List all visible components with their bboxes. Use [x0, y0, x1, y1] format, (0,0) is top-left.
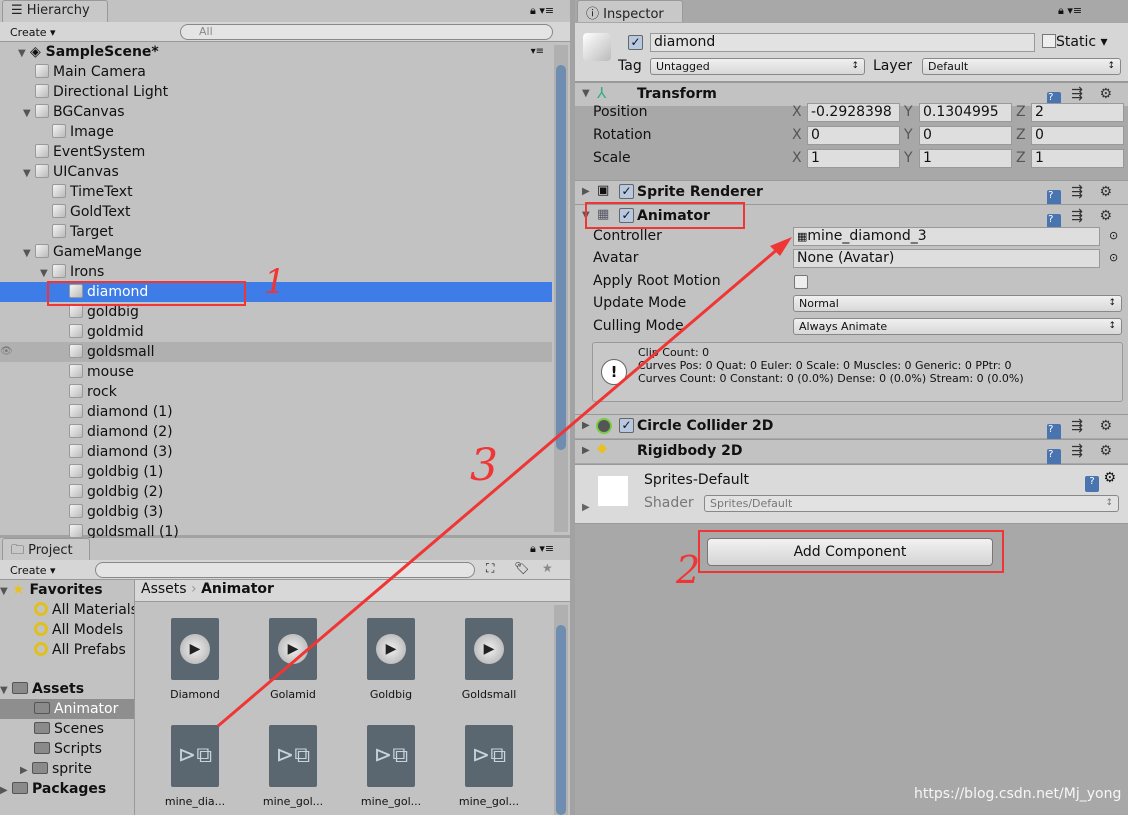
watermark: https://blog.csdn.net/Mj_yong: [914, 786, 1122, 802]
annotation-arrow: [217, 237, 792, 728]
